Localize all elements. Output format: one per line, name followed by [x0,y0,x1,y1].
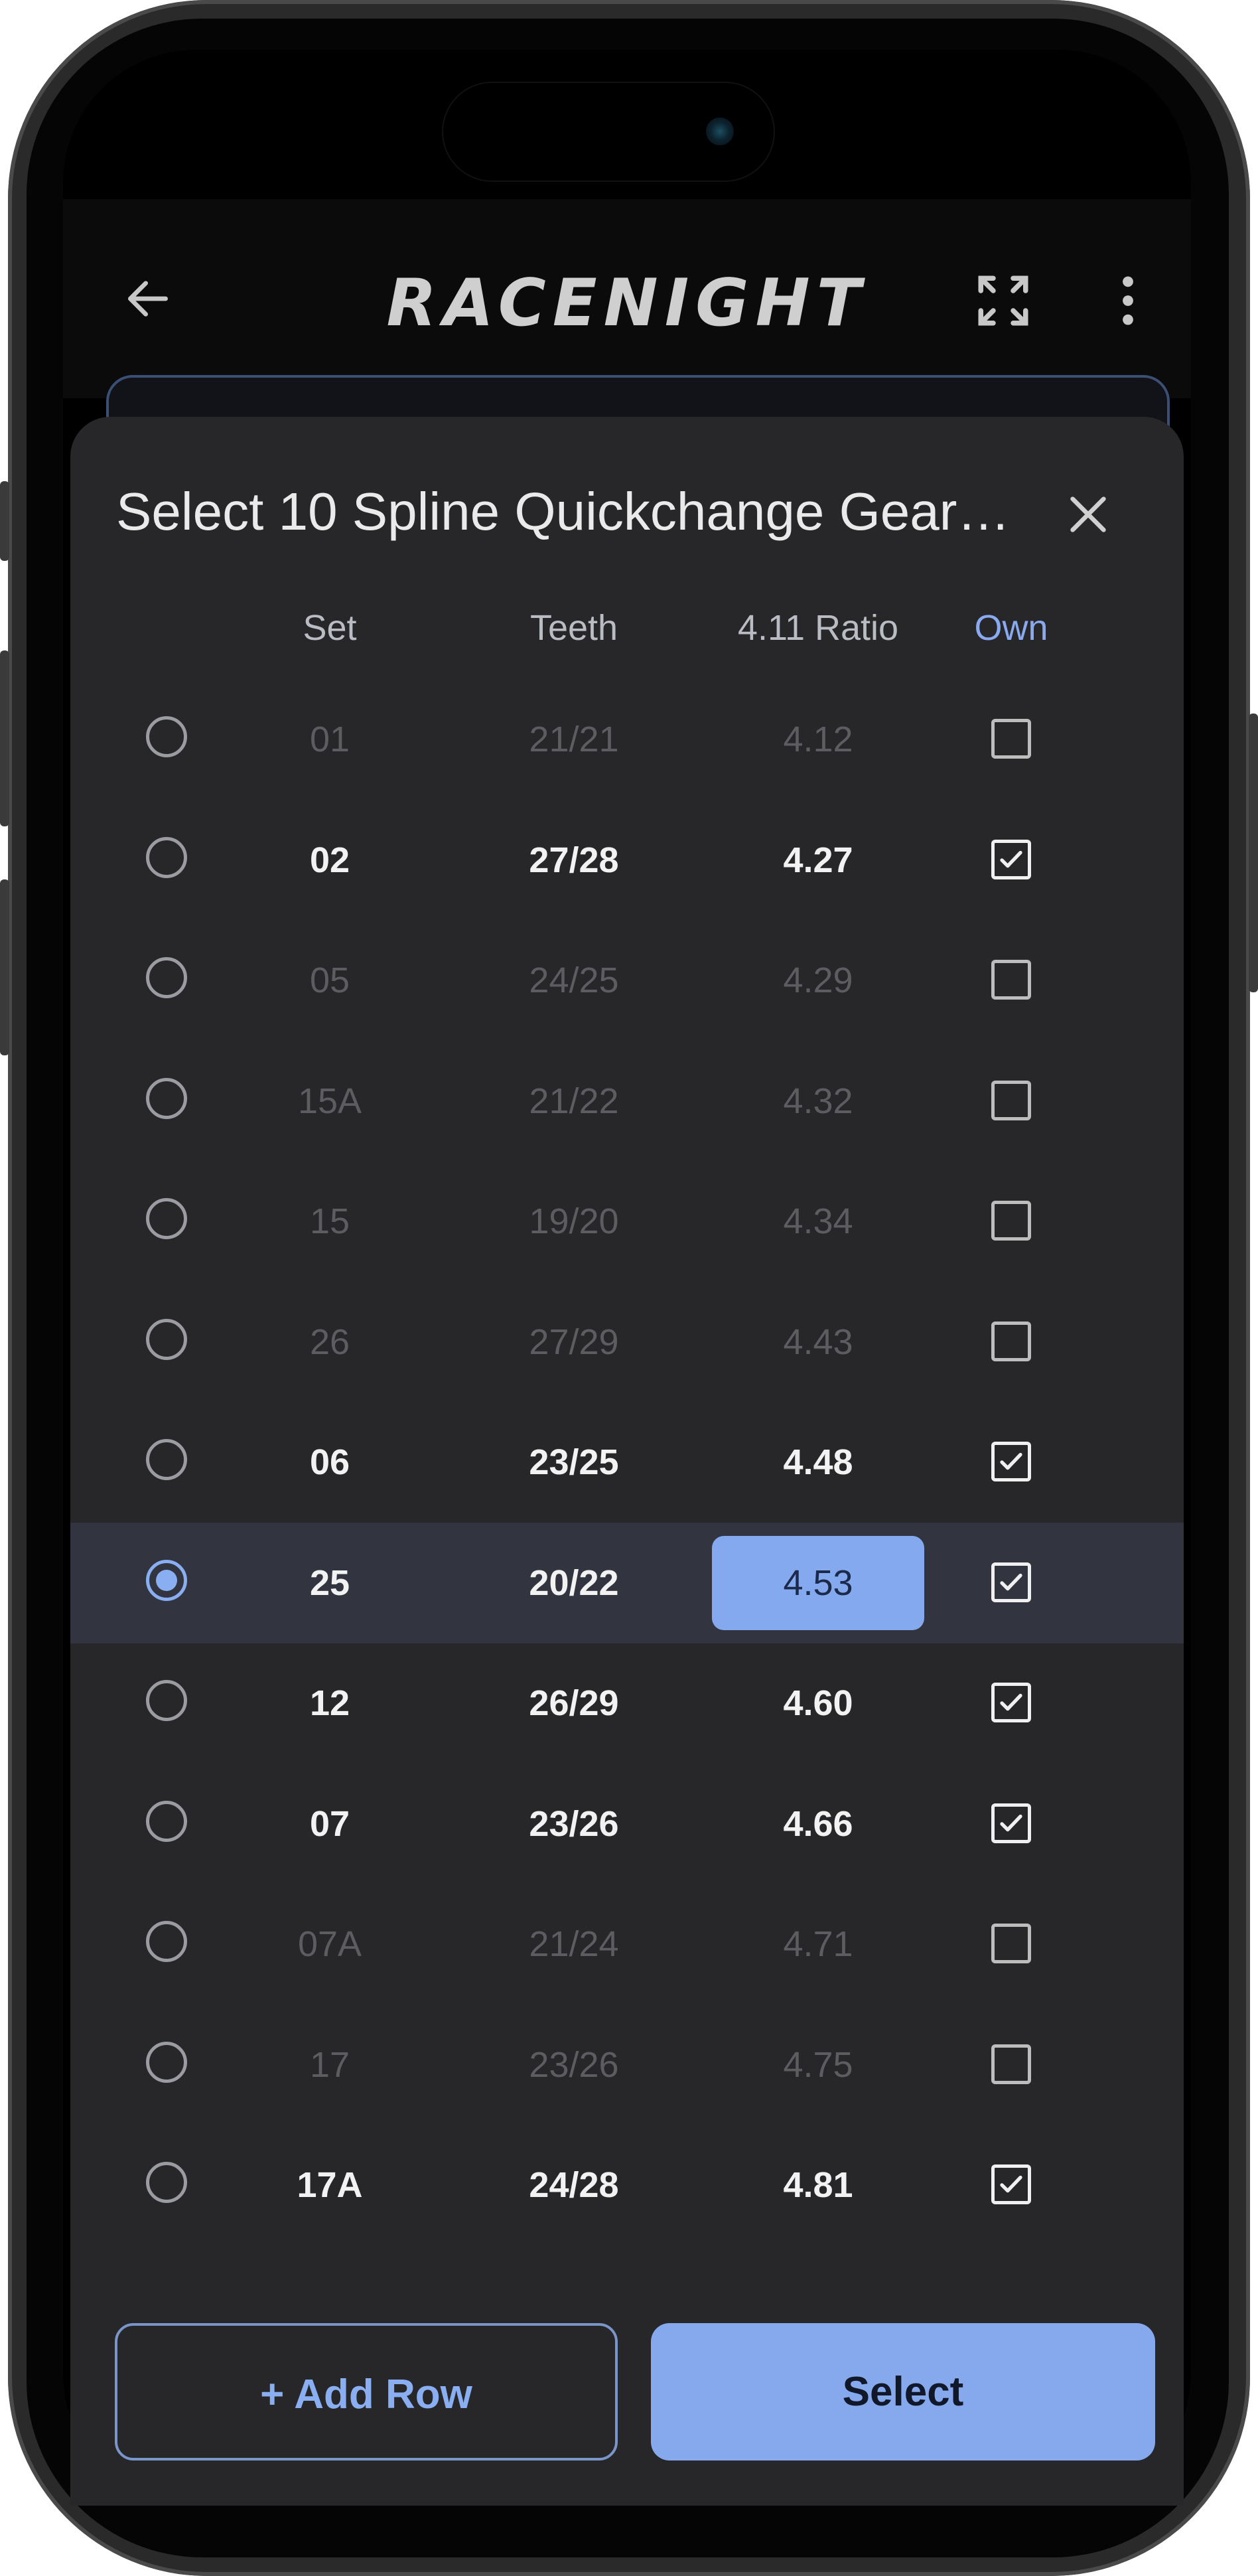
close-icon[interactable] [1062,488,1115,541]
cell-set: 17 [309,2044,350,2085]
cell-teeth: 26/29 [529,1683,619,1723]
checkbox-icon[interactable] [991,2164,1031,2204]
gear-row[interactable]: 15A 21/22 4.32 [70,1041,1184,1162]
cell-teeth: 24/28 [529,2165,619,2205]
camera-icon [706,117,734,145]
checkbox-icon[interactable] [991,1201,1031,1241]
gear-row[interactable]: 17A 24/28 4.81 [70,2125,1184,2245]
cell-set: 12 [309,1683,350,1723]
cell-ratio: 4.66 [783,1803,853,1844]
column-header-own: Own [974,608,1048,648]
radio-icon[interactable] [146,1921,187,1962]
cell-ratio: 4.34 [783,1201,853,1241]
radio-icon[interactable] [146,2162,187,2203]
cell-set: 17A [297,2165,363,2205]
checkbox-icon[interactable] [991,1803,1031,1843]
radio-icon[interactable] [146,836,187,878]
cell-set: 15 [309,1201,350,1241]
checkbox-icon[interactable] [991,1442,1031,1481]
volume-up-button [0,650,9,826]
cell-ratio: 4.60 [783,1683,853,1723]
radio-icon[interactable] [146,1800,187,1842]
gear-row[interactable]: 25 20/22 4.53 [70,1522,1184,1643]
checkbox-icon[interactable] [991,960,1031,1000]
cell-set: 02 [309,840,350,880]
power-button [1249,714,1258,992]
cell-teeth: 20/22 [529,1562,619,1603]
column-header-ratio: 4.11 Ratio [737,608,899,648]
gear-row[interactable]: 02 27/28 4.27 [70,800,1184,921]
checkbox-icon[interactable] [991,839,1031,879]
column-header-set: Set [303,608,357,648]
radio-icon[interactable] [146,1318,187,1360]
dynamic-island [443,83,774,181]
checkbox-icon[interactable] [991,1924,1031,1963]
gear-row[interactable]: 26 27/29 4.43 [70,1282,1184,1402]
cell-set: 25 [309,1562,350,1603]
cell-set: 07A [297,1924,362,1964]
cell-set: 26 [309,1322,350,1362]
radio-icon[interactable] [146,1077,187,1119]
cell-teeth: 23/25 [529,1442,619,1482]
column-header-teeth: Teeth [529,608,618,648]
cell-ratio: 4.53 [783,1562,853,1603]
radio-icon[interactable] [146,1439,187,1480]
cell-ratio: 4.71 [783,1924,853,1964]
gear-row[interactable]: 05 24/25 4.29 [70,920,1184,1041]
gear-row[interactable]: 07A 21/24 4.71 [70,1884,1184,2005]
cell-teeth: 24/25 [529,960,619,1000]
checkbox-icon[interactable] [991,1080,1031,1120]
cell-ratio: 4.48 [783,1442,853,1482]
gear-row[interactable]: 06 23/25 4.48 [70,1402,1184,1523]
radio-icon[interactable] [146,2041,187,2083]
cell-ratio: 4.75 [783,2044,853,2085]
cell-ratio: 4.81 [783,2165,853,2205]
more-vert-icon[interactable] [1115,272,1141,329]
radio-icon[interactable] [146,1198,187,1239]
cell-teeth: 21/22 [529,1081,619,1121]
cell-ratio: 4.29 [783,960,853,1000]
cell-ratio: 4.12 [783,720,853,759]
cell-ratio: 4.43 [783,1322,853,1362]
sheet-title: Select 10 Spline Quickchange Gear… [116,482,1011,541]
app-bar: RACENIGHT [63,199,1191,398]
fullscreen-icon[interactable] [973,271,1033,331]
radio-icon[interactable] [146,716,187,757]
select-button[interactable]: Select [651,2323,1155,2461]
cell-teeth: 19/20 [529,1201,619,1241]
radio-icon[interactable] [146,1680,187,1721]
cell-set: 06 [309,1442,350,1482]
cell-set: 07 [309,1803,350,1844]
cell-ratio: 4.32 [783,1081,853,1121]
checkbox-icon[interactable] [991,1562,1031,1602]
action-button [0,481,9,561]
radio-icon[interactable] [146,1559,187,1601]
cell-teeth: 21/24 [529,1924,619,1964]
checkbox-icon[interactable] [991,2044,1031,2084]
cell-teeth: 27/28 [529,840,619,880]
volume-down-button [0,879,9,1055]
checkbox-icon[interactable] [991,1321,1031,1361]
checkbox-icon[interactable] [991,1683,1031,1722]
gear-row[interactable]: 17 23/26 4.75 [70,2005,1184,2125]
gear-row[interactable]: 07 23/26 4.66 [70,1764,1184,1884]
radio-icon[interactable] [146,957,187,998]
cell-ratio: 4.27 [783,840,853,880]
cell-teeth: 23/26 [529,2044,619,2085]
checkbox-icon[interactable] [991,719,1031,759]
cell-set: 01 [309,720,350,759]
gear-row[interactable]: 12 26/29 4.60 [70,1643,1184,1764]
cell-teeth: 21/21 [529,720,619,759]
add-row-button[interactable]: + Add Row [115,2323,618,2461]
cell-teeth: 27/29 [529,1322,619,1362]
cell-teeth: 23/26 [529,1803,619,1844]
gear-row[interactable]: 01 21/21 4.12 [70,679,1184,800]
cell-set: 15A [297,1081,362,1121]
cell-set: 05 [309,960,350,1000]
gear-row[interactable]: 15 19/20 4.34 [70,1161,1184,1282]
